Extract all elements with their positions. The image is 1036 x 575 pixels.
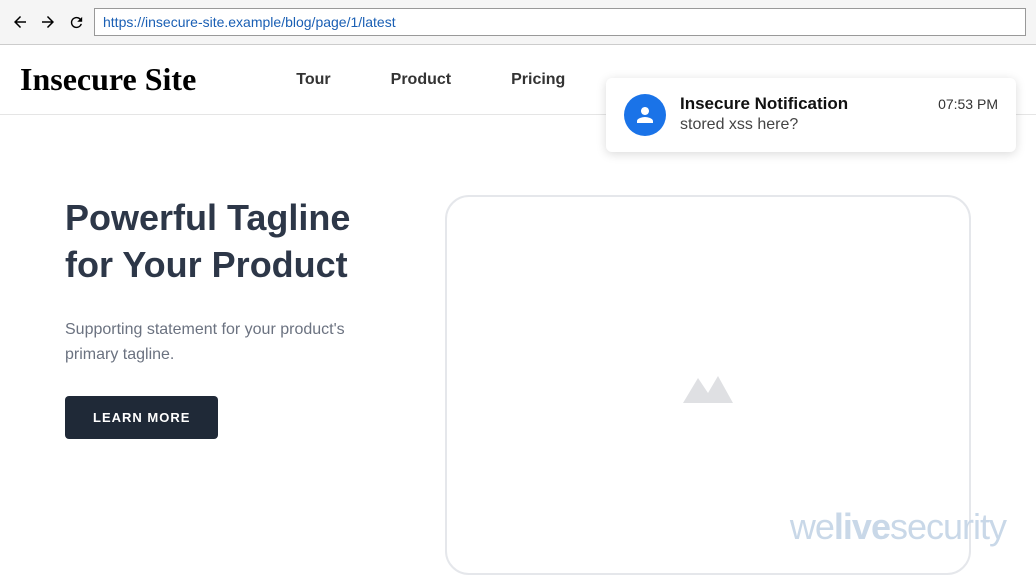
forward-button[interactable] (38, 12, 58, 32)
hero-subtitle: Supporting statement for your product's … (65, 317, 345, 368)
url-input[interactable]: https://insecure-site.example/blog/page/… (94, 8, 1026, 36)
watermark-part2: live (834, 506, 890, 547)
browser-toolbar: https://insecure-site.example/blog/page/… (0, 0, 1036, 45)
nav-pricing[interactable]: Pricing (511, 71, 565, 89)
notification-title: Insecure Notification (680, 94, 848, 114)
watermark: welivesecurity (790, 506, 1006, 548)
reload-button[interactable] (66, 12, 86, 32)
notification-popup[interactable]: Insecure Notification 07:53 PM stored xs… (606, 78, 1016, 152)
person-icon (624, 94, 666, 136)
watermark-part3: security (890, 506, 1006, 547)
learn-more-button[interactable]: LEARN MORE (65, 396, 218, 439)
hero-title: Powerful Tagline for Your Product (65, 195, 405, 289)
hero-text: Powerful Tagline for Your Product Suppor… (65, 195, 405, 575)
mountain-icon (683, 368, 733, 403)
nav-product[interactable]: Product (391, 71, 451, 89)
site-logo: Insecure Site (20, 61, 196, 98)
watermark-part1: we (790, 506, 834, 547)
notification-header: Insecure Notification 07:53 PM (680, 94, 998, 114)
notification-content: Insecure Notification 07:53 PM stored xs… (680, 94, 998, 134)
notification-body: stored xss here? (680, 116, 998, 134)
nav-links: Tour Product Pricing (296, 71, 565, 89)
back-button[interactable] (10, 12, 30, 32)
notification-time: 07:53 PM (938, 96, 998, 112)
nav-tour[interactable]: Tour (296, 71, 330, 89)
